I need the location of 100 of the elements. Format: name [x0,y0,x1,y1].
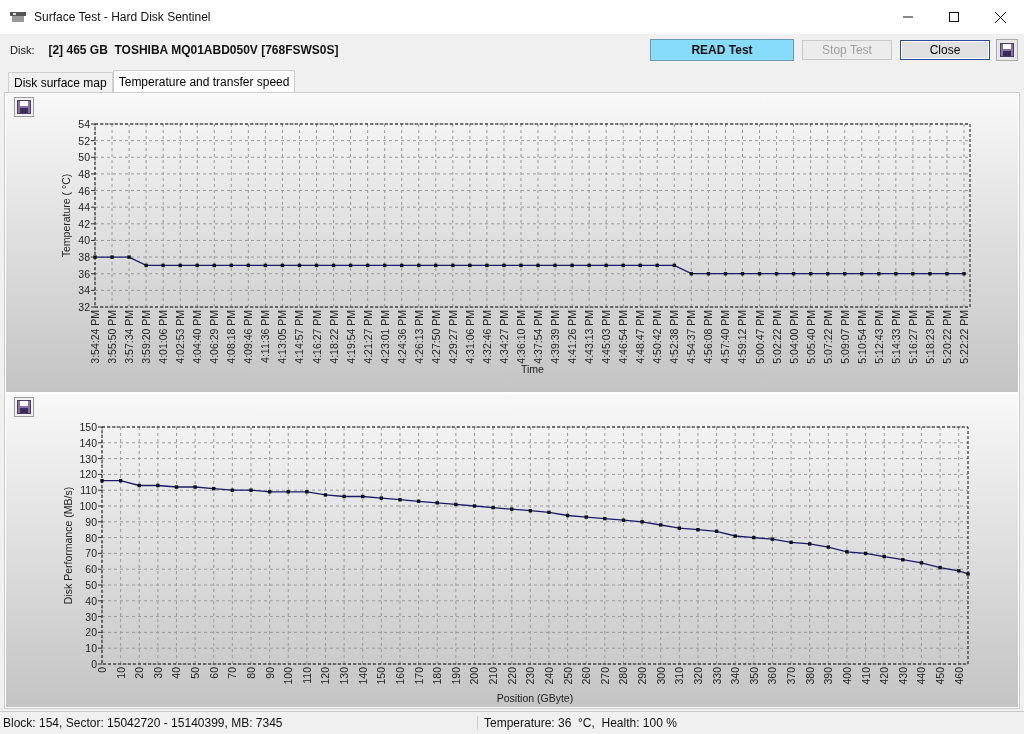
status-text: Block: 154, Sector: 15042720 - 15140399, MB: 7345 [0,716,478,730]
tick-label: 390 [822,667,835,685]
save-button[interactable] [996,39,1018,61]
tick-label: 4:32:46 PM [480,310,493,364]
data-point [962,272,966,276]
app-icon [10,11,26,23]
tick-label: 4:27:50 PM [429,310,442,364]
data-point [966,572,970,576]
toolbar-button[interactable]: Close [900,40,990,60]
data-point [689,272,694,276]
data-point [808,272,813,276]
tick-label: 40 [170,667,183,679]
data-point [485,263,489,268]
tick-label: 4:45:03 PM [600,310,613,364]
tick-label: 300 [654,667,667,685]
data-point [706,272,711,276]
tick-label: 4:02:53 PM [174,310,187,364]
tick-label: 30 [85,610,97,623]
tick-label: 10 [114,667,127,679]
tick-label: 50 [85,579,97,591]
tick-label: 120 [79,468,97,481]
data-point [519,263,523,268]
floppy-icon [17,400,31,414]
tick-label: 4:14:57 PM [293,310,306,364]
data-point [901,558,905,562]
tick-label: 4:13:05 PM [276,310,289,364]
tick-label: 200 [468,667,481,685]
tick-label: 4:16:27 PM [310,310,323,364]
data-point [434,263,438,268]
data-point [314,263,319,268]
save-button[interactable] [14,97,34,117]
tick-label: 80 [245,667,257,679]
data-point [144,263,148,268]
tab[interactable]: Disk surface map [8,72,113,92]
tick-label: 360 [766,667,779,685]
data-point [659,523,663,527]
tick-label: 4:29:27 PM [446,310,459,364]
data-point [774,272,779,276]
tick-label: 180 [431,667,444,685]
axis-title: Position (GByte) [496,692,574,704]
data-point [323,493,328,497]
tick-label: 4:37:54 PM [532,310,544,364]
data-point [468,263,472,268]
tick-label: 4:39:39 PM [549,310,562,364]
tick-label: 5:14:33 PM [889,310,902,364]
tick-label: 5:05:40 PM [804,310,817,364]
tab[interactable]: Temperature and transfer speed [112,70,296,92]
tick-label: 450 [934,667,947,685]
data-point [919,561,924,565]
data-point [286,490,290,494]
data-point [957,569,961,573]
tick-label: 20 [133,667,146,679]
save-button[interactable] [14,397,34,417]
tick-label: 3:54:24 PM [89,310,101,364]
data-point [156,483,160,488]
tick-label: 220 [505,667,518,685]
data-point [791,272,796,276]
data-point [565,513,570,518]
tick-label: 5:07:22 PM [821,310,834,364]
tick-label: 5:00:47 PM [753,310,766,364]
tick-label: 70 [85,547,97,560]
tick-label: 5:04:00 PM [787,310,800,364]
tick-label: 100 [79,500,97,512]
tick-label: 4:04:40 PM [191,310,204,364]
tick-label: 4:34:27 PM [497,310,510,364]
tick-label: 370 [785,667,798,685]
tick-label: 130 [338,667,351,685]
tick-label: 3:59:20 PM [140,310,153,364]
data-point [100,479,104,483]
floppy-icon [1000,43,1014,57]
tick-label: 4:01:06 PM [157,310,170,364]
tick-label: 4:26:13 PM [412,310,425,364]
test-status: READ Test [650,39,794,61]
data-point [361,494,365,499]
data-point [161,263,165,268]
tick-label: 5:02:22 PM [770,310,783,364]
tick-label: 4:08:18 PM [225,310,238,364]
tick-label: 150 [79,421,97,433]
tick-label: 100 [282,667,295,685]
close-icon[interactable] [995,11,1006,23]
data-point [938,565,942,570]
data-point [733,534,737,538]
tick-label: 260 [580,667,593,685]
data-point [603,516,607,521]
tick-label: 140 [356,667,369,685]
tick-label: 34 [78,284,90,297]
tick-label: 5:20:22 PM [940,310,953,364]
maximize-icon[interactable] [949,12,959,22]
data-point [826,545,830,549]
tick-label: 170 [412,667,425,685]
data-point [863,551,868,556]
tick-label: 4:06:29 PM [208,310,221,364]
data-point [212,486,216,491]
tick-label: 3:57:34 PM [123,310,136,364]
tick-label: 5:12:43 PM [872,310,885,364]
disk-label: Disk: [10,44,35,56]
tick-label: 120 [319,667,332,685]
tick-label: 440 [915,667,928,685]
data-point [638,263,642,268]
data-point [621,518,626,522]
